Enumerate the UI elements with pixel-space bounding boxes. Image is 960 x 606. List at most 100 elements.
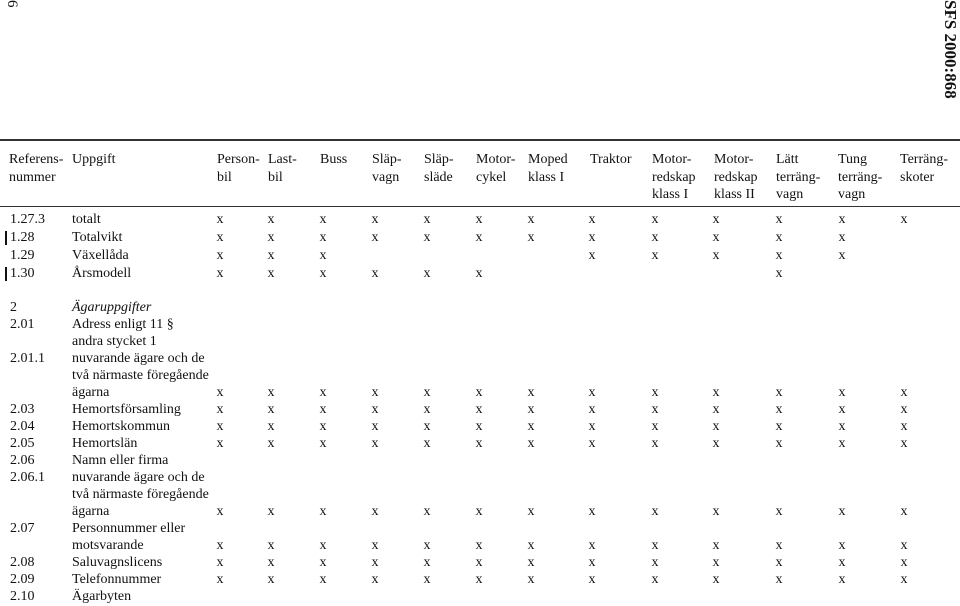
mark-x: x (838, 572, 846, 587)
row-task: Personnummer eller (72, 521, 186, 536)
mark-x: x (651, 385, 659, 400)
mark-x: x (775, 504, 783, 519)
mark-x: x (371, 402, 379, 417)
column-header: Motor- cykel (476, 152, 516, 185)
mark-x: x (712, 248, 720, 263)
column-header: Person- bil (217, 152, 260, 185)
row-ref: 2 (10, 300, 17, 315)
row-task: totalt (72, 212, 101, 227)
mark-x: x (775, 555, 783, 570)
column-header: Buss (320, 152, 348, 167)
mark-x: x (216, 248, 224, 263)
mark-x: x (775, 212, 783, 227)
mark-x: x (527, 555, 535, 570)
mark-x: x (651, 436, 659, 451)
mark-x: x (775, 248, 783, 263)
mark-x: x (712, 230, 720, 245)
row-ref: 2.01 (10, 317, 35, 332)
mark-x: x (216, 504, 224, 519)
mark-x: x (588, 504, 596, 519)
mark-x: x (838, 385, 846, 400)
mark-x: x (216, 436, 224, 451)
row-ref: 2.01.1 (10, 351, 45, 366)
mark-x: x (712, 402, 720, 417)
mark-x: x (838, 248, 846, 263)
mark-x: x (900, 572, 908, 587)
mark-x: x (319, 212, 327, 227)
mark-x: x (651, 538, 659, 553)
mark-x: x (216, 402, 224, 417)
mark-x: x (838, 212, 846, 227)
mark-x: x (423, 385, 431, 400)
row-task: ägarna (72, 385, 110, 400)
row-task: Hemortskommun (72, 419, 170, 434)
document-id: SFS 2000:868 (941, 0, 960, 99)
mark-x: x (651, 248, 659, 263)
mark-x: x (371, 572, 379, 587)
mark-x: x (588, 212, 596, 227)
mark-x: x (267, 230, 275, 245)
mark-x: x (319, 266, 327, 281)
row-task: nuvarande ägare och de (72, 351, 205, 366)
column-header: Motor- redskap klass II (714, 152, 758, 202)
mark-x: x (775, 538, 783, 553)
mark-x: x (588, 385, 596, 400)
mark-x: x (371, 504, 379, 519)
mark-x: x (319, 504, 327, 519)
mark-x: x (423, 212, 431, 227)
mark-x: x (371, 230, 379, 245)
row-task: Hemortslän (72, 436, 138, 451)
mark-x: x (319, 230, 327, 245)
mark-x: x (900, 504, 908, 519)
mark-x: x (651, 212, 659, 227)
mark-x: x (267, 266, 275, 281)
row-ref: 1.29 (10, 248, 35, 263)
column-header: Tung terräng- vagn (838, 152, 883, 202)
row-ref: 2.05 (10, 436, 35, 451)
mark-x: x (588, 436, 596, 451)
row-ref: 2.06.1 (10, 470, 45, 485)
mark-x: x (319, 572, 327, 587)
mark-x: x (588, 555, 596, 570)
mark-x: x (267, 212, 275, 227)
row-task: Årsmodell (72, 266, 132, 281)
mark-x: x (371, 212, 379, 227)
mark-x: x (475, 266, 483, 281)
mark-x: x (712, 538, 720, 553)
mark-x: x (216, 419, 224, 434)
mark-x: x (423, 572, 431, 587)
mark-x: x (527, 212, 535, 227)
mark-x: x (838, 230, 846, 245)
mark-x: x (775, 385, 783, 400)
mark-x: x (475, 402, 483, 417)
mark-x: x (527, 385, 535, 400)
mark-x: x (775, 266, 783, 281)
mark-x: x (267, 419, 275, 434)
mark-x: x (267, 538, 275, 553)
mark-x: x (900, 419, 908, 434)
mark-x: x (775, 572, 783, 587)
mark-x: x (527, 538, 535, 553)
mark-x: x (319, 419, 327, 434)
mark-x: x (712, 436, 720, 451)
mark-x: x (900, 436, 908, 451)
mark-x: x (475, 436, 483, 451)
mark-x: x (712, 212, 720, 227)
mark-x: x (216, 212, 224, 227)
mark-x: x (319, 555, 327, 570)
mark-x: x (475, 419, 483, 434)
row-ref: 1.27.3 (10, 212, 45, 227)
mark-x: x (475, 572, 483, 587)
mark-x: x (838, 419, 846, 434)
mark-x: x (371, 538, 379, 553)
mark-x: x (216, 230, 224, 245)
mark-x: x (216, 385, 224, 400)
column-header: Motor- redskap klass I (652, 152, 696, 202)
row-task: Adress enligt 11 § (72, 317, 174, 332)
mark-x: x (775, 402, 783, 417)
row-ref: 2.09 (10, 572, 35, 587)
mark-x: x (900, 385, 908, 400)
column-header: Last- bil (268, 152, 297, 185)
column-header: Lätt terräng- vagn (776, 152, 821, 202)
mark-x: x (319, 538, 327, 553)
